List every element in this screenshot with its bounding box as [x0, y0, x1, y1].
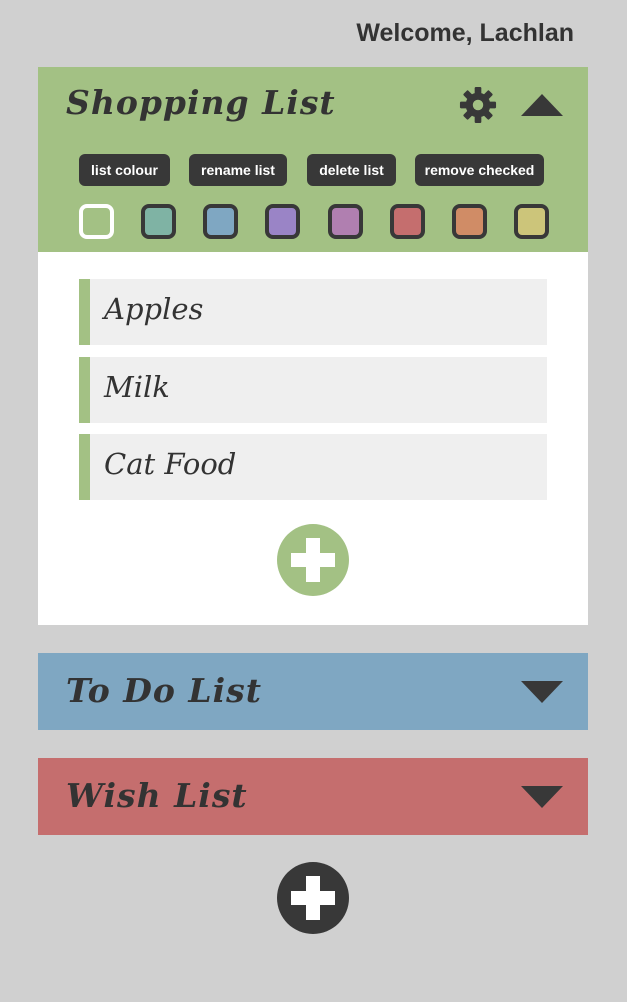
colour-swatch-green[interactable] — [79, 204, 114, 239]
list-item[interactable]: Apples — [79, 279, 547, 345]
list-settings-panel: list colour rename list delete list remo… — [38, 143, 588, 252]
add-item-button[interactable] — [277, 524, 349, 596]
list-title: To Do List — [66, 671, 262, 710]
colour-swatch-purple[interactable] — [265, 204, 300, 239]
list-card-shopping: Shopping List list colour rename list de… — [38, 67, 588, 625]
list-item[interactable]: Cat Food — [79, 434, 547, 500]
colour-swatch-orange[interactable] — [452, 204, 487, 239]
gear-icon[interactable] — [459, 86, 497, 124]
list-card-wish[interactable]: Wish List — [38, 758, 588, 835]
list-item-text: Cat Food — [104, 447, 237, 481]
chevron-down-icon[interactable] — [521, 786, 563, 808]
colour-swatch-mauve[interactable] — [328, 204, 363, 239]
rename-list-button[interactable]: rename list — [189, 154, 287, 186]
remove-checked-button[interactable]: remove checked — [415, 154, 544, 186]
list-items: Apples Milk Cat Food — [38, 252, 588, 625]
chevron-down-icon[interactable] — [521, 681, 563, 703]
colour-swatch-yellow[interactable] — [514, 204, 549, 239]
welcome-message: Welcome, Lachlan — [356, 19, 574, 47]
list-card-todo[interactable]: To Do List — [38, 653, 588, 730]
list-item-text: Apples — [104, 292, 204, 326]
list-header-shopping[interactable]: Shopping List — [38, 67, 588, 143]
list-colour-button[interactable]: list colour — [79, 154, 170, 186]
colour-swatch-blue[interactable] — [203, 204, 238, 239]
chevron-up-icon[interactable] — [521, 94, 563, 116]
list-item[interactable]: Milk — [79, 357, 547, 423]
delete-list-button[interactable]: delete list — [307, 154, 396, 186]
colour-swatch-red[interactable] — [390, 204, 425, 239]
list-item-text: Milk — [104, 370, 170, 404]
list-title: Wish List — [66, 776, 248, 815]
add-list-button[interactable] — [277, 862, 349, 934]
list-title: Shopping List — [66, 83, 336, 122]
colour-swatch-teal[interactable] — [141, 204, 176, 239]
